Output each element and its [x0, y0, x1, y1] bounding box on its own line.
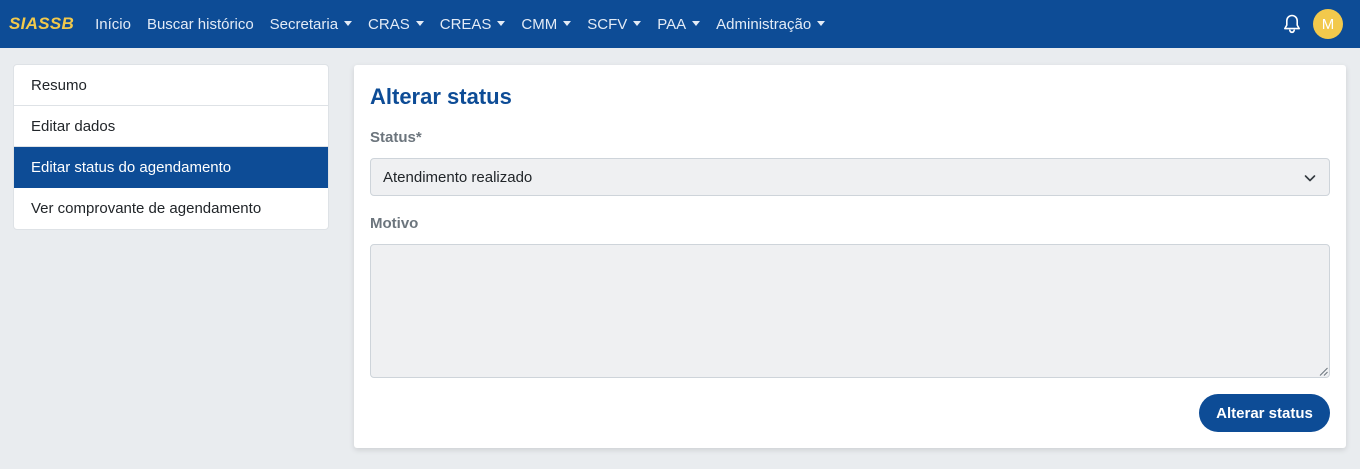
- nav-item-buscar-historico[interactable]: Buscar histórico: [139, 16, 262, 33]
- page-title: Alterar status: [370, 84, 512, 109]
- nav-item-inicio[interactable]: Início: [87, 16, 139, 33]
- caret-down-icon: [344, 20, 353, 26]
- alterar-status-button[interactable]: Alterar status: [1199, 394, 1330, 432]
- caret-down-icon: [497, 20, 506, 26]
- nav-item-label: SCFV: [587, 15, 628, 33]
- nav-menu: Início Buscar histórico Secretaria CRAS …: [87, 16, 833, 33]
- caret-down-icon: [633, 20, 642, 26]
- sidebar-item-resumo[interactable]: Resumo: [14, 65, 328, 106]
- top-navbar: SIASSB Início Buscar histórico Secretari…: [0, 0, 1360, 48]
- status-form-card: Alterar status Status* Atendimento reali…: [354, 65, 1346, 448]
- nav-item-creas[interactable]: CREAS: [432, 16, 514, 33]
- nav-item-label: PAA: [657, 15, 687, 33]
- nav-item-label: CRAS: [368, 15, 410, 33]
- status-select[interactable]: Atendimento realizado: [370, 158, 1330, 196]
- sidebar-item-editar-dados[interactable]: Editar dados: [14, 106, 328, 147]
- motivo-textarea[interactable]: [370, 244, 1330, 378]
- sidebar-menu: Resumo Editar dados Editar status do age…: [13, 64, 329, 230]
- caret-down-icon: [415, 20, 424, 26]
- sidebar-item-editar-status[interactable]: Editar status do agendamento: [14, 147, 328, 188]
- caret-down-icon: [692, 20, 701, 26]
- nav-item-label: Buscar histórico: [146, 15, 254, 33]
- chevron-down-icon: [1304, 175, 1316, 182]
- nav-item-cras[interactable]: CRAS: [360, 16, 432, 33]
- caret-down-icon: [817, 20, 826, 26]
- nav-item-label: Início: [95, 15, 131, 33]
- sidebar-item-ver-comprovante[interactable]: Ver comprovante de agendamento: [14, 188, 328, 229]
- resize-grip-icon[interactable]: [1319, 367, 1328, 376]
- status-select-value: Atendimento realizado: [383, 168, 533, 186]
- user-avatar[interactable]: M: [1313, 9, 1343, 39]
- motivo-label: Motivo: [370, 215, 419, 232]
- bell-icon[interactable]: [1282, 13, 1302, 35]
- status-label: Status*: [370, 129, 422, 146]
- brand-logo[interactable]: SIASSB: [9, 14, 74, 34]
- nav-item-paa[interactable]: PAA: [649, 16, 708, 33]
- nav-item-label: Administração: [716, 15, 812, 33]
- nav-item-administracao[interactable]: Administração: [708, 16, 833, 33]
- nav-item-cmm[interactable]: CMM: [513, 16, 579, 33]
- nav-item-secretaria[interactable]: Secretaria: [262, 16, 360, 33]
- nav-item-label: CMM: [521, 15, 558, 33]
- nav-right-area: M: [1282, 9, 1343, 39]
- caret-down-icon: [563, 20, 572, 26]
- nav-item-label: CREAS: [439, 15, 492, 33]
- nav-item-scfv[interactable]: SCFV: [579, 16, 649, 33]
- nav-item-label: Secretaria: [269, 15, 339, 33]
